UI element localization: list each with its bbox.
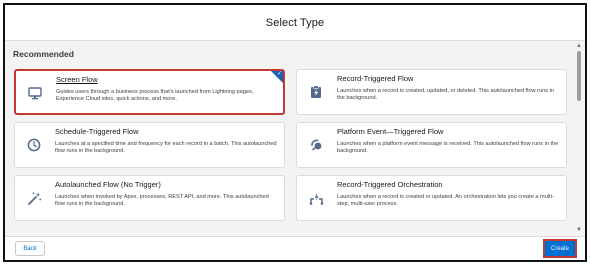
scrollbar-thumb[interactable]	[577, 51, 581, 101]
modal-title: Select Type	[265, 16, 325, 29]
card-description: Launches when invoked by Apex, processes…	[55, 194, 269, 208]
vertical-scrollbar[interactable]: ▲ ▼	[575, 41, 583, 236]
platform-event-icon	[307, 136, 325, 154]
flow-type-card-schedule-triggered-flow[interactable]: Schedule-Triggered Flow Launches at a sp…	[14, 122, 285, 168]
record-triggered-icon	[307, 83, 325, 101]
card-title: Record-Triggered Flow	[337, 74, 414, 83]
card-title: Screen Flow	[56, 75, 98, 84]
card-title: Record-Triggered Orchestration	[337, 180, 443, 189]
flow-type-card-record-triggered-orchestration[interactable]: Record-Triggered Orchestration Launches …	[296, 175, 567, 221]
create-button-highlight: Create	[543, 239, 577, 258]
card-title: Autolaunched Flow (No Trigger)	[55, 180, 161, 189]
card-title: Schedule-Triggered Flow	[55, 127, 139, 136]
card-description: Launches when a platform event message i…	[337, 141, 559, 155]
section-title: Recommended	[13, 49, 74, 59]
card-description: Launches when a record is created, updat…	[337, 88, 554, 102]
flow-type-card-record-triggered-flow[interactable]: Record-Triggered Flow Launches when a re…	[296, 69, 567, 115]
card-title: Platform Event—Triggered Flow	[337, 127, 444, 136]
magic-wand-icon	[25, 189, 43, 207]
flow-type-card-platform-event-triggered-flow[interactable]: Platform Event—Triggered Flow Launches w…	[296, 122, 567, 168]
flow-type-card-screen-flow[interactable]: Screen Flow Guides users through a busin…	[14, 69, 285, 115]
create-button[interactable]: Create	[545, 241, 575, 256]
back-button[interactable]: Back	[15, 241, 45, 256]
scroll-down-icon[interactable]: ▼	[576, 227, 582, 233]
card-description: Guides users through a business process …	[56, 89, 254, 103]
modal-footer: Back Create	[5, 236, 585, 260]
check-icon: ✓	[276, 71, 282, 77]
clock-icon	[25, 136, 43, 154]
modal-body: Recommended Screen Flow Guides users thr…	[5, 41, 585, 236]
card-description: Launches at a specified time and frequen…	[55, 141, 277, 155]
flow-type-card-autolaunched-flow[interactable]: Autolaunched Flow (No Trigger) Launches …	[14, 175, 285, 221]
card-description: Launches when a record is created or upd…	[337, 194, 554, 208]
select-type-modal: Select Type Recommended Screen Flow Guid…	[3, 3, 587, 262]
monitor-icon	[26, 84, 44, 102]
orchestration-icon	[307, 189, 325, 207]
scroll-up-icon[interactable]: ▲	[576, 43, 582, 49]
modal-header: Select Type	[5, 5, 585, 41]
